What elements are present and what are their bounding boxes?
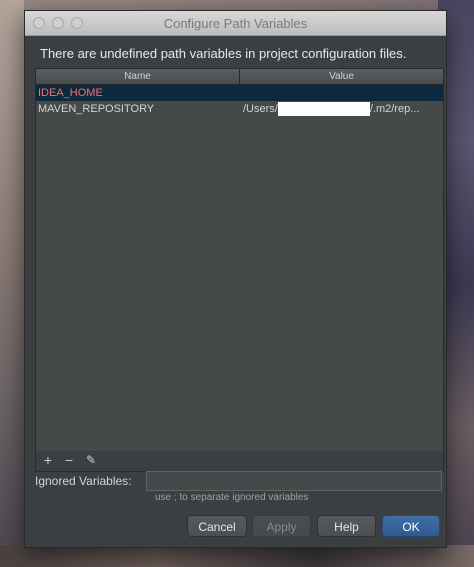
- add-variable-button[interactable]: +: [40, 452, 56, 468]
- ignored-variables-input[interactable]: [146, 471, 442, 491]
- desktop-background-left: [0, 0, 24, 567]
- column-header-value[interactable]: Value: [240, 69, 443, 84]
- column-header-name[interactable]: Name: [36, 69, 240, 84]
- ok-button[interactable]: OK: [382, 515, 440, 537]
- table-row[interactable]: IDEA_HOME: [36, 85, 443, 101]
- help-button[interactable]: Help: [317, 515, 376, 537]
- title-bar: Configure Path Variables: [25, 11, 446, 36]
- window-title: Configure Path Variables: [163, 16, 308, 31]
- redacted-block: [277, 102, 370, 117]
- value-prefix: /Users/: [243, 103, 278, 115]
- table-header: Name Value: [36, 69, 443, 85]
- variable-name-cell[interactable]: IDEA_HOME: [36, 85, 240, 101]
- undefined-variables-message: There are undefined path variables in pr…: [40, 46, 407, 61]
- desktop-background-bottom: [0, 545, 474, 567]
- table-toolbar: + − ✎: [35, 451, 444, 472]
- configure-path-variables-dialog: Configure Path Variables There are undef…: [24, 10, 447, 548]
- variable-name-cell[interactable]: MAVEN_REPOSITORY: [36, 101, 240, 117]
- table-row[interactable]: MAVEN_REPOSITORY /Users/ /.m2/rep...: [36, 101, 443, 117]
- remove-variable-button[interactable]: −: [61, 452, 77, 468]
- edit-variable-icon[interactable]: ✎: [83, 453, 99, 467]
- variable-value-cell[interactable]: /Users/ /.m2/rep...: [240, 101, 443, 117]
- ignored-variables-hint: use ; to separate ignored variables: [155, 492, 309, 503]
- path-variables-table: Name Value IDEA_HOME MAVEN_REPOSITORY /U…: [35, 68, 444, 453]
- cancel-button[interactable]: Cancel: [187, 515, 247, 537]
- variable-value-cell[interactable]: [240, 85, 443, 101]
- value-suffix: /.m2/rep...: [369, 103, 420, 115]
- apply-button[interactable]: Apply: [252, 515, 311, 537]
- ignored-variables-label: Ignored Variables:: [35, 474, 132, 488]
